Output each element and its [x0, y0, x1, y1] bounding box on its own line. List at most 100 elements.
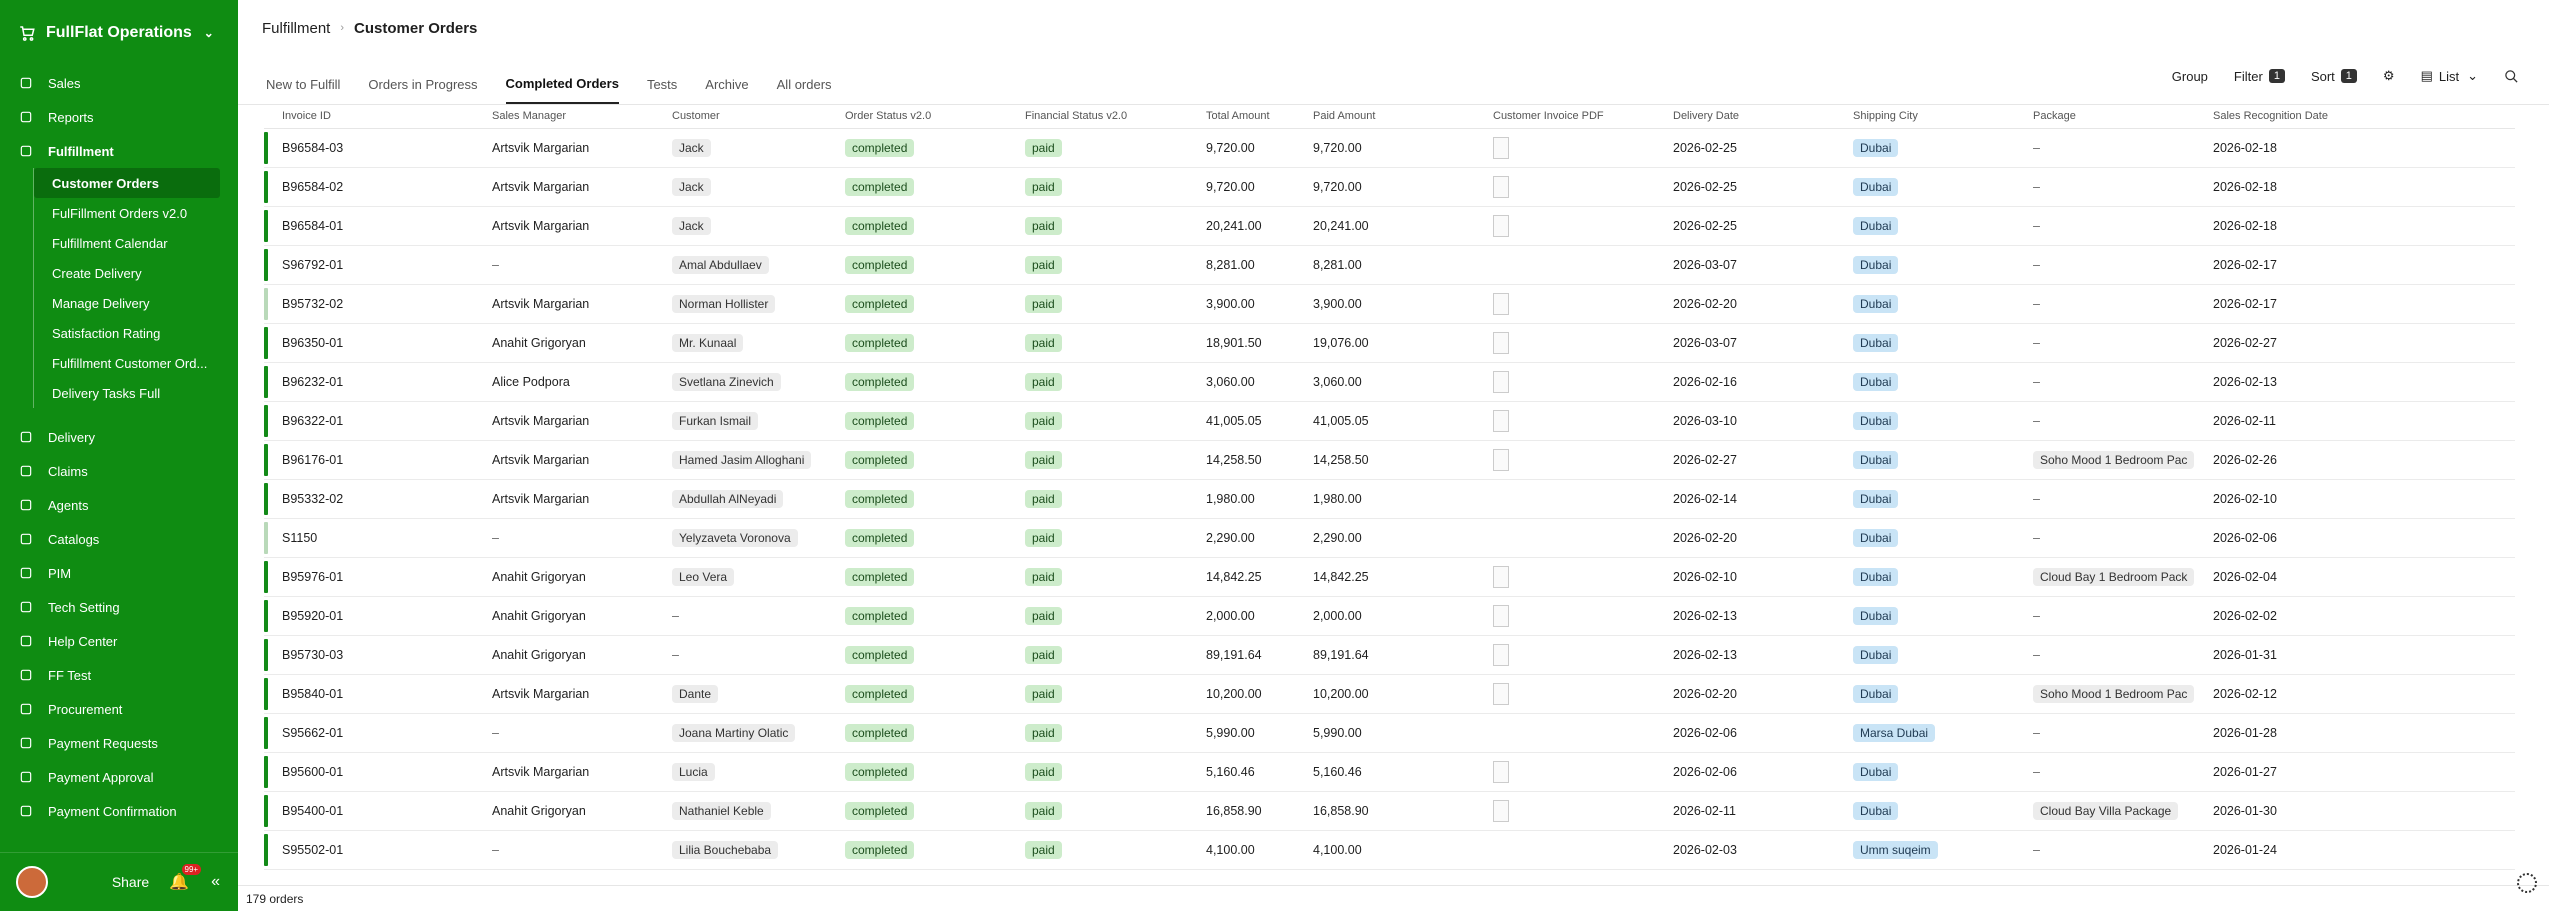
- table-row[interactable]: B96584-01 Artsvik Margarian Jack completed p…: [264, 207, 2515, 246]
- table-row[interactable]: S95662-01 – Joana Martiny Olatic completed p…: [264, 714, 2515, 753]
- customer-tag[interactable]: Abdullah AlNeyadi: [672, 490, 784, 508]
- sidebar-item-procurement[interactable]: Procurement: [0, 692, 238, 726]
- submenu-item[interactable]: Delivery Tasks Full: [34, 378, 238, 408]
- column-header[interactable]: Customer Invoice PDF: [1483, 110, 1663, 122]
- customer-tag[interactable]: Norman Hollister: [672, 295, 776, 313]
- sidebar-item-delivery[interactable]: Delivery: [0, 420, 238, 454]
- table-row[interactable]: B96322-01 Artsvik Margarian Furkan Ismail c…: [264, 402, 2515, 441]
- shipping-city-tag[interactable]: Dubai: [1853, 451, 1899, 469]
- shipping-city-tag[interactable]: Dubai: [1853, 295, 1899, 313]
- sidebar-item-payment-confirmation[interactable]: Payment Confirmation: [0, 794, 238, 828]
- customer-tag[interactable]: Joana Martiny Olatic: [672, 724, 796, 742]
- tab-new-to-fulfill[interactable]: New to Fulfill: [266, 64, 340, 104]
- pdf-thumbnail-icon[interactable]: [1493, 332, 1509, 354]
- column-header[interactable]: Package: [2023, 110, 2203, 122]
- package-tag[interactable]: Soho Mood 1 Bedroom Pac: [2033, 451, 2195, 469]
- column-header[interactable]: Order Status v2.0: [835, 110, 1015, 122]
- table-row[interactable]: B96584-02 Artsvik Margarian Jack completed p…: [264, 168, 2515, 207]
- customer-tag[interactable]: Hamed Jasim Alloghani: [672, 451, 812, 469]
- sidebar-item-claims[interactable]: Claims: [0, 454, 238, 488]
- customer-tag[interactable]: Lucia: [672, 763, 715, 781]
- column-header[interactable]: Financial Status v2.0: [1015, 110, 1196, 122]
- pdf-thumbnail-icon[interactable]: [1493, 683, 1509, 705]
- customer-tag[interactable]: Mr. Kunaal: [672, 334, 744, 352]
- shipping-city-tag[interactable]: Dubai: [1853, 217, 1899, 235]
- avatar[interactable]: [16, 866, 48, 898]
- view-selector[interactable]: ▤ List ⌄: [2421, 68, 2478, 84]
- shipping-city-tag[interactable]: Dubai: [1853, 256, 1899, 274]
- pdf-thumbnail-icon[interactable]: [1493, 761, 1509, 783]
- column-header[interactable]: Shipping City: [1843, 110, 2023, 122]
- table-row[interactable]: S1150 – Yelyzaveta Voronova completed paid 2,…: [264, 519, 2515, 558]
- shipping-city-tag[interactable]: Dubai: [1853, 139, 1899, 157]
- submenu-item[interactable]: FulFillment Orders v2.0: [34, 198, 238, 228]
- shipping-city-tag[interactable]: Dubai: [1853, 646, 1899, 664]
- shipping-city-tag[interactable]: Dubai: [1853, 802, 1899, 820]
- tab-archive[interactable]: Archive: [705, 64, 748, 104]
- table-row[interactable]: S95502-01 – Lilia Bouchebaba completed paid 4…: [264, 831, 2515, 870]
- sidebar-item-fulfillment[interactable]: Fulfillment: [0, 134, 238, 168]
- submenu-item[interactable]: Fulfillment Calendar: [34, 228, 238, 258]
- customer-tag[interactable]: Nathaniel Keble: [672, 802, 771, 820]
- shipping-city-tag[interactable]: Dubai: [1853, 763, 1899, 781]
- workspace-switcher[interactable]: FullFlat Operations ⌄: [0, 0, 238, 66]
- pdf-thumbnail-icon[interactable]: [1493, 449, 1509, 471]
- sidebar-item-help-center[interactable]: Help Center: [0, 624, 238, 658]
- pdf-thumbnail-icon[interactable]: [1493, 644, 1509, 666]
- customer-tag[interactable]: Lilia Bouchebaba: [672, 841, 779, 859]
- column-header[interactable]: Sales Recognition Date: [2203, 110, 2513, 122]
- table-row[interactable]: S96792-01 – Amal Abdullaev completed paid 8,2…: [264, 246, 2515, 285]
- table-row[interactable]: B95332-02 Artsvik Margarian Abdullah AlNey…: [264, 480, 2515, 519]
- column-header[interactable]: Invoice ID: [264, 110, 482, 122]
- customer-tag[interactable]: Leo Vera: [672, 568, 735, 586]
- shipping-city-tag[interactable]: Dubai: [1853, 373, 1899, 391]
- customer-tag[interactable]: Jack: [672, 217, 711, 235]
- tab-tests[interactable]: Tests: [647, 64, 677, 104]
- column-header[interactable]: Sales Manager: [482, 110, 662, 122]
- pdf-thumbnail-icon[interactable]: [1493, 371, 1509, 393]
- table-row[interactable]: B95732-02 Artsvik Margarian Norman Hollist…: [264, 285, 2515, 324]
- package-tag[interactable]: Cloud Bay Villa Package: [2033, 802, 2179, 820]
- pdf-thumbnail-icon[interactable]: [1493, 293, 1509, 315]
- package-tag[interactable]: Cloud Bay 1 Bedroom Pack: [2033, 568, 2195, 586]
- sidebar-item-agents[interactable]: Agents: [0, 488, 238, 522]
- table-row[interactable]: B96232-01 Alice Podpora Svetlana Zinevich c…: [264, 363, 2515, 402]
- shipping-city-tag[interactable]: Dubai: [1853, 178, 1899, 196]
- pdf-thumbnail-icon[interactable]: [1493, 410, 1509, 432]
- customer-tag[interactable]: Amal Abdullaev: [672, 256, 769, 274]
- breadcrumb-parent[interactable]: Fulfillment: [262, 20, 330, 37]
- sort-button[interactable]: Sort 1: [2311, 69, 2357, 84]
- customer-tag[interactable]: Svetlana Zinevich: [672, 373, 781, 391]
- pdf-thumbnail-icon[interactable]: [1493, 566, 1509, 588]
- sidebar-item-reports[interactable]: Reports: [0, 100, 238, 134]
- column-header[interactable]: Total Amount: [1196, 110, 1303, 122]
- pdf-thumbnail-icon[interactable]: [1493, 215, 1509, 237]
- adjust-view-icon[interactable]: ⚙: [2383, 68, 2395, 84]
- collapse-sidebar-icon[interactable]: «: [211, 873, 220, 891]
- shipping-city-tag[interactable]: Dubai: [1853, 568, 1899, 586]
- pdf-thumbnail-icon[interactable]: [1493, 800, 1509, 822]
- notifications-bell-icon[interactable]: 🔔 99+: [169, 864, 202, 892]
- share-button[interactable]: Share: [112, 874, 149, 890]
- table-row[interactable]: B95600-01 Artsvik Margarian Lucia completed…: [264, 753, 2515, 792]
- sidebar-item-sales[interactable]: Sales: [0, 66, 238, 100]
- customer-tag[interactable]: Furkan Ismail: [672, 412, 759, 430]
- table-row[interactable]: B95730-03 Anahit Grigoryan – completed paid 8…: [264, 636, 2515, 675]
- pdf-thumbnail-icon[interactable]: [1493, 605, 1509, 627]
- pdf-thumbnail-icon[interactable]: [1493, 176, 1509, 198]
- table-row[interactable]: B96584-03 Artsvik Margarian Jack completed p…: [264, 129, 2515, 168]
- tab-all-orders[interactable]: All orders: [777, 64, 832, 104]
- sidebar-item-tech-setting[interactable]: Tech Setting: [0, 590, 238, 624]
- customer-tag[interactable]: Dante: [672, 685, 719, 703]
- customer-tag[interactable]: Yelyzaveta Voronova: [672, 529, 798, 547]
- shipping-city-tag[interactable]: Dubai: [1853, 685, 1899, 703]
- tab-orders-in-progress[interactable]: Orders in Progress: [368, 64, 477, 104]
- table-row[interactable]: B96350-01 Anahit Grigoryan Mr. Kunaal compl…: [264, 324, 2515, 363]
- table-row[interactable]: B95840-01 Artsvik Margarian Dante completed…: [264, 675, 2515, 714]
- shipping-city-tag[interactable]: Dubai: [1853, 529, 1899, 547]
- pdf-thumbnail-icon[interactable]: [1493, 137, 1509, 159]
- table-row[interactable]: B95976-01 Anahit Grigoryan Leo Vera complet…: [264, 558, 2515, 597]
- submenu-item[interactable]: Fulfillment Customer Ord...: [34, 348, 238, 378]
- customer-tag[interactable]: Jack: [672, 139, 711, 157]
- filter-button[interactable]: Filter 1: [2234, 69, 2285, 84]
